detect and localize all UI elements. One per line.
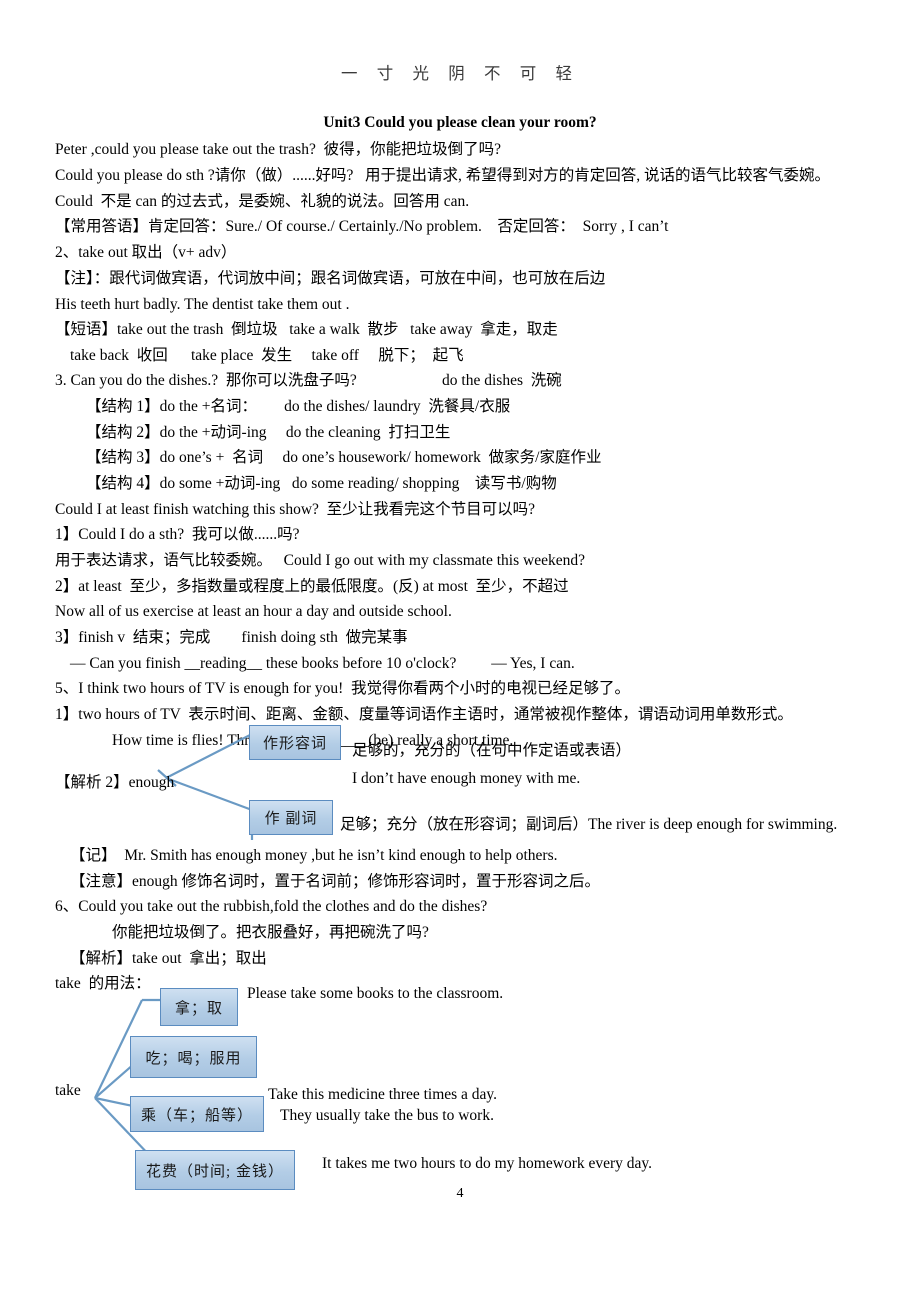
- body-line: 【常用答语】肯定回答：Sure./ Of course./ Certainly.…: [55, 218, 669, 235]
- body-line: 【注】：跟代词做宾语，代词放中间；跟名词做宾语，可放在中间，也可放在后边: [55, 270, 606, 287]
- enough-branch-box-adjective: 作形容词: [249, 725, 341, 760]
- body-line: 6、Could you take out the rubbish,fold th…: [55, 898, 488, 915]
- take-fetch-example: Please take some books to the classroom.: [247, 985, 504, 1002]
- take-cost-example: It takes me two hours to do my homework …: [322, 1155, 653, 1172]
- body-line: take back 收回 take place 发生 take off 脱下； …: [70, 347, 464, 364]
- body-line: 3. Can you do the dishes.? 那你可以洗盘子吗? do …: [55, 372, 562, 389]
- enough-root-label: 【解析 2】enough: [55, 774, 175, 791]
- page-header-text: 一 寸 光 阴 不 可 轻: [341, 64, 579, 83]
- body-line: — Can you finish __reading__ these books…: [70, 655, 575, 672]
- body-line: 【结构 3】do one’s + 名词 do one’s housework/ …: [86, 449, 602, 466]
- body-line: Peter ,could you please take out the tra…: [55, 141, 501, 158]
- take-branch-box-cost: 花费（时间; 金钱）: [135, 1150, 295, 1190]
- body-line: 【结构 4】do some +动词-ing do some reading/ s…: [86, 475, 557, 492]
- body-line: Could you please do sth ?请你（做）......好吗? …: [55, 167, 830, 184]
- take-branch-box-consume: 吃；喝；服用: [130, 1036, 257, 1078]
- take-branch-box-fetch: 拿；取: [160, 988, 238, 1026]
- body-line: 【解析】take out 拿出；取出: [70, 950, 267, 967]
- body-line: 1】Could I do a sth? 我可以做......吗?: [55, 526, 300, 543]
- body-line: Could 不是 can 的过去式，是委婉、礼貌的说法。回答用 can.: [55, 193, 470, 210]
- body-line: 5、I think two hours of TV is enough for …: [55, 680, 631, 697]
- body-line: 【结构 1】do the +名词： do the dishes/ laundry…: [86, 398, 511, 415]
- body-line: Could I at least finish watching this sh…: [55, 501, 536, 518]
- enough-adverb-explanation: 足够；充分（放在形容词；副词后）The river is deep enough…: [340, 816, 838, 833]
- enough-adjective-example: I don’t have enough money with me.: [352, 770, 581, 787]
- enough-adjective-explanation: 足够的，充分的（在句中作定语或表语）: [352, 742, 632, 759]
- body-line: Now all of us exercise at least an hour …: [55, 603, 452, 620]
- body-line: 2、take out 取出（v+ adv）: [55, 244, 237, 261]
- take-consume-example: Take this medicine three times a day.: [268, 1086, 498, 1103]
- take-ride-example: They usually take the bus to work.: [280, 1107, 494, 1124]
- body-line: 【短语】take out the trash 倒垃圾 take a walk 散…: [55, 321, 558, 338]
- page-number: 4: [456, 1186, 464, 1201]
- body-line: 【结构 2】do the +动词-ing do the cleaning 打扫卫…: [86, 424, 451, 441]
- page-title: Unit3 Could you please clean your room?: [323, 114, 597, 131]
- document-page: 一 寸 光 阴 不 可 轻 Unit3 Could you please cle…: [0, 0, 920, 1302]
- body-line: 用于表达请求，语气比较委婉。 Could I go out with my cl…: [55, 552, 585, 569]
- body-line: 【注意】enough 修饰名词时，置于名词前；修饰形容词时，置于形容词之后。: [70, 873, 601, 890]
- take-root-label: take: [55, 1082, 81, 1099]
- body-line: 你能把垃圾倒了。把衣服叠好，再把碗洗了吗?: [112, 924, 429, 941]
- body-line: His teeth hurt badly. The dentist take t…: [55, 296, 350, 313]
- take-branch-box-ride: 乘（车；船等）: [130, 1096, 264, 1132]
- enough-branch-box-adverb: 作 副词: [249, 800, 333, 835]
- body-line: take 的用法：: [55, 975, 151, 992]
- body-line: 1】two hours of TV 表示时间、距离、金额、度量等词语作主语时，通…: [55, 706, 793, 723]
- body-line: 【记】 Mr. Smith has enough money ,but he i…: [70, 847, 558, 864]
- body-line: 3】finish v 结束；完成 finish doing sth 做完某事: [55, 629, 408, 646]
- body-line: 2】at least 至少，多指数量或程度上的最低限度。(反) at most …: [55, 578, 569, 595]
